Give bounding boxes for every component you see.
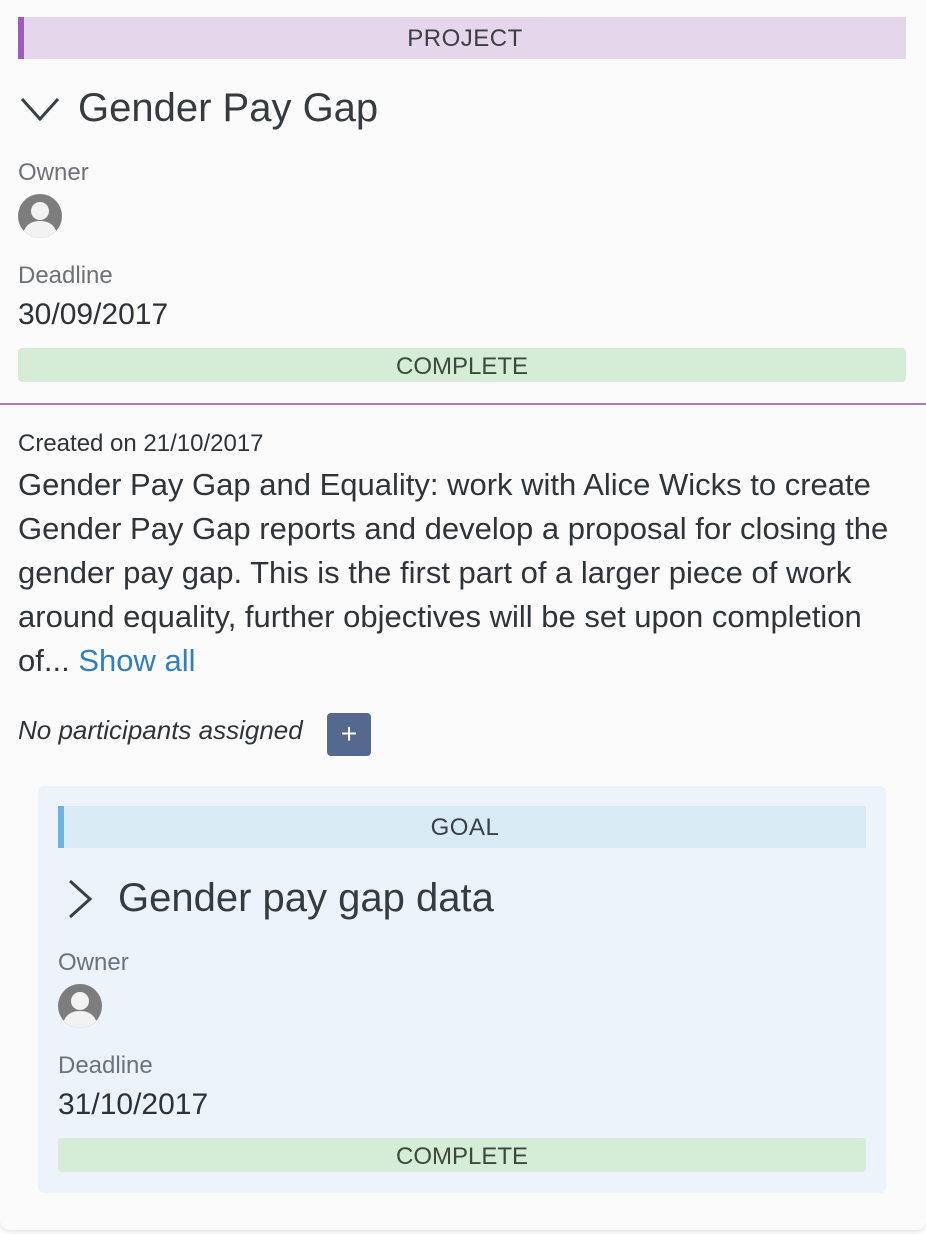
project-card: PROJECT Gender Pay Gap Owner Deadline 30… bbox=[0, 0, 926, 1230]
project-title-row[interactable]: Gender Pay Gap bbox=[18, 86, 378, 131]
goal-type-bar: GOAL bbox=[58, 806, 866, 848]
project-owner-label: Owner bbox=[18, 159, 89, 186]
project-deadline-label: Deadline bbox=[18, 262, 113, 289]
chevron-down-icon[interactable] bbox=[18, 87, 62, 131]
add-participant-button[interactable]: + bbox=[327, 713, 371, 756]
goal-deadline-label: Deadline bbox=[58, 1052, 153, 1079]
goal-owner-label: Owner bbox=[58, 949, 129, 976]
section-divider bbox=[0, 403, 926, 405]
goal-title-row[interactable]: Gender pay gap data bbox=[58, 876, 494, 921]
project-title: Gender Pay Gap bbox=[78, 86, 379, 130]
goal-deadline-value: 31/10/2017 bbox=[58, 1088, 209, 1121]
project-created-date: Created on 21/10/2017 bbox=[18, 430, 264, 457]
show-all-link[interactable]: Show all bbox=[78, 643, 195, 678]
project-type-bar: PROJECT bbox=[18, 17, 906, 59]
project-deadline-value: 30/09/2017 bbox=[18, 298, 169, 331]
chevron-right-icon[interactable] bbox=[58, 877, 102, 921]
project-status-badge: COMPLETE bbox=[18, 348, 906, 382]
goal-status-badge: COMPLETE bbox=[58, 1138, 866, 1172]
goal-title: Gender pay gap data bbox=[118, 876, 494, 920]
participants-status: No participants assigned bbox=[18, 715, 303, 745]
project-owner-avatar-icon[interactable] bbox=[18, 194, 62, 238]
project-description: Gender Pay Gap and Equality: work with A… bbox=[18, 463, 913, 683]
goal-owner-avatar-icon[interactable] bbox=[58, 984, 102, 1028]
